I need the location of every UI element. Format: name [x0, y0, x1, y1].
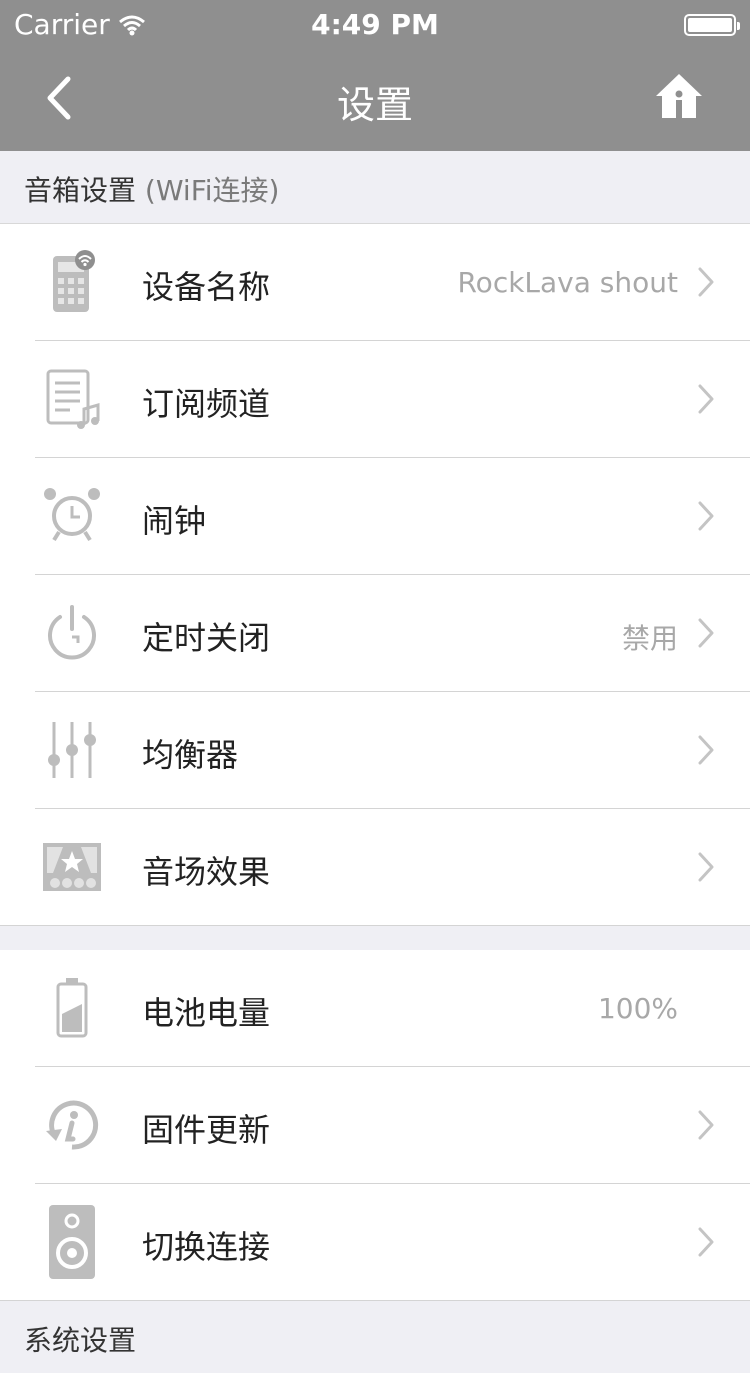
row-equalizer[interactable]: 均衡器 — [0, 692, 750, 809]
chevron-right-icon — [698, 1110, 714, 1140]
chevron-right-icon — [698, 501, 714, 531]
music-document-icon — [40, 367, 104, 431]
row-label: 切换连接 — [142, 1228, 271, 1266]
row-value: 禁用 — [621, 622, 678, 655]
chevron-right-icon — [698, 384, 714, 414]
row-firmware-update[interactable]: 固件更新 — [0, 1067, 750, 1184]
section-title: 音箱设置 — [24, 174, 137, 207]
section-gap — [0, 926, 750, 951]
row-value: 100% — [597, 992, 678, 1025]
section-header-speaker: 音箱设置 (WiFi连接) — [0, 151, 750, 224]
section-header-system: 系统设置 — [0, 1301, 750, 1373]
theater-icon — [40, 835, 104, 899]
row-subscribe-channel[interactable]: 订阅频道 — [0, 341, 750, 458]
battery-icon — [40, 976, 104, 1040]
row-value: RockLava shout — [457, 266, 678, 299]
row-label: 音场效果 — [142, 853, 271, 891]
row-device-name[interactable]: 设备名称 RockLava shout — [0, 224, 750, 341]
home-button[interactable] — [652, 70, 706, 124]
home-icon — [656, 74, 702, 118]
chevron-right-icon — [698, 267, 714, 297]
section-title: 系统设置 — [24, 1324, 137, 1357]
row-switch-connection[interactable]: 切换连接 — [0, 1184, 750, 1301]
power-timer-icon — [40, 601, 104, 665]
chevron-right-icon — [698, 1227, 714, 1257]
chevron-right-icon — [698, 618, 714, 648]
row-sound-field[interactable]: 音场效果 — [0, 809, 750, 926]
status-time: 4:49 PM — [311, 8, 439, 41]
chevron-right-icon — [698, 852, 714, 882]
speaker-settings-list: 设备名称 RockLava shout 订阅频道 闹钟 定时关闭 禁用 均衡器 … — [0, 224, 750, 926]
page-title: 设置 — [336, 83, 413, 127]
row-label: 闹钟 — [142, 502, 207, 540]
equalizer-icon — [40, 718, 104, 782]
row-label: 定时关闭 — [142, 619, 271, 657]
row-alarm[interactable]: 闹钟 — [0, 458, 750, 575]
row-sleep-timer[interactable]: 定时关闭 禁用 — [0, 575, 750, 692]
section-subtitle: (WiFi连接) — [144, 174, 280, 207]
alarm-clock-icon — [40, 484, 104, 548]
speaker-icon — [40, 1205, 104, 1279]
row-label: 电池电量 — [142, 994, 271, 1032]
row-battery: 电池电量 100% — [0, 950, 750, 1067]
device-info-list: 电池电量 100% 固件更新 切换连接 — [0, 950, 750, 1301]
device-wifi-icon — [40, 250, 104, 314]
row-label: 均衡器 — [142, 736, 239, 774]
row-label: 固件更新 — [142, 1111, 271, 1149]
row-label: 设备名称 — [142, 268, 271, 306]
row-label: 订阅频道 — [142, 385, 271, 423]
nav-bar: 设置 — [0, 50, 750, 151]
status-battery-icon — [684, 14, 740, 36]
status-bar: Carrier 4:49 PM — [0, 0, 750, 50]
firmware-update-icon — [40, 1093, 104, 1157]
chevron-right-icon — [698, 735, 714, 765]
